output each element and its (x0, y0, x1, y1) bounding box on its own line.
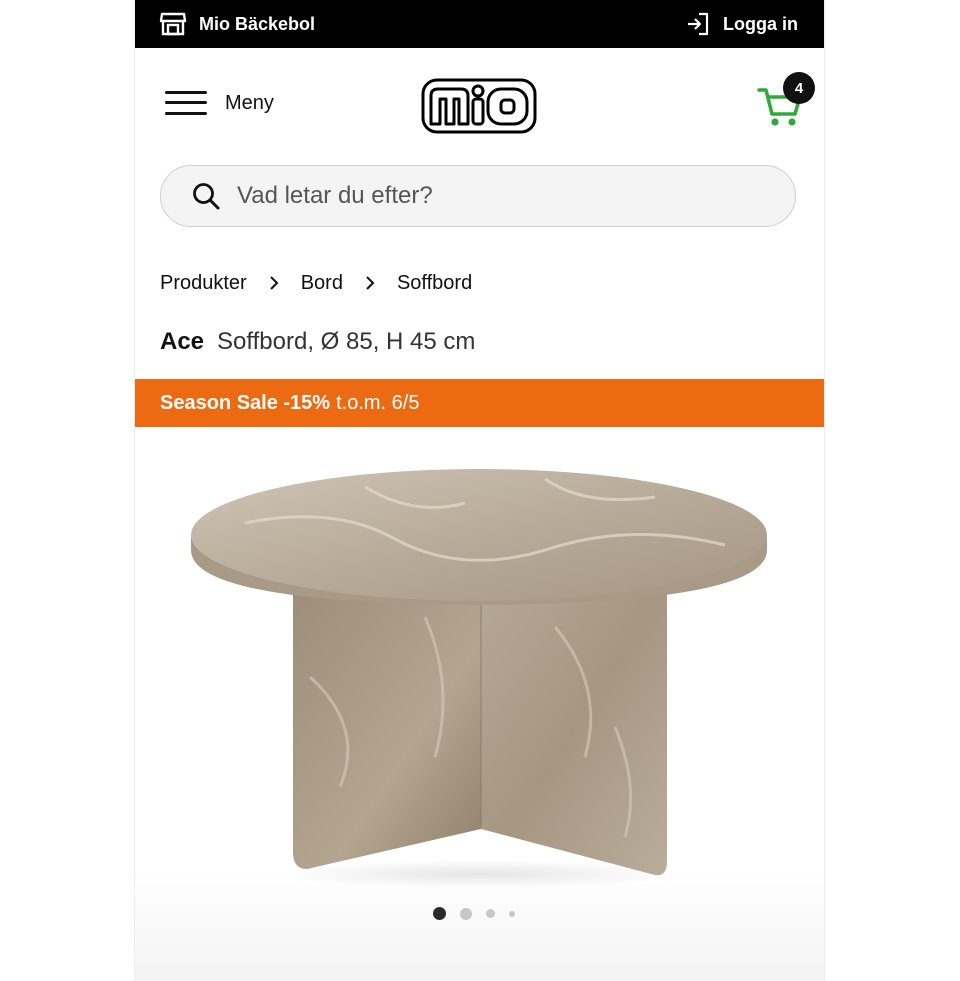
search-icon (193, 183, 220, 210)
chevron-right-icon (270, 276, 279, 290)
store-name: Mio Bäckebol (199, 13, 316, 34)
product-title: Ace Soffbord, Ø 85, H 45 cm (160, 324, 475, 360)
top-bar: Mio Bäckebol Logga in (135, 0, 824, 48)
chevron-right-icon (366, 276, 375, 290)
product-brand: Ace (160, 328, 205, 355)
gallery-pagination (433, 907, 529, 920)
breadcrumb-item-soffbord[interactable]: Soffbord (397, 272, 472, 295)
gallery-dot[interactable] (486, 909, 495, 918)
login-icon (688, 12, 709, 36)
breadcrumb: Produkter Bord Soffbord (160, 268, 472, 298)
search-bar[interactable] (160, 165, 796, 227)
mio-logo[interactable] (421, 78, 537, 134)
page-border-right (824, 0, 825, 981)
product-gallery[interactable] (135, 427, 824, 981)
search-input[interactable] (235, 181, 759, 211)
product-description: Soffbord, Ø 85, H 45 cm (217, 328, 476, 355)
login-link[interactable]: Logga in (685, 0, 798, 48)
store-link[interactable]: Mio Bäckebol (159, 0, 315, 48)
menu-button[interactable]: Meny (165, 87, 274, 119)
menu-label: Meny (225, 91, 274, 114)
breadcrumb-item-bord[interactable]: Bord (301, 272, 343, 295)
gallery-dot-active[interactable] (433, 907, 446, 920)
login-label: Logga in (723, 13, 798, 34)
breadcrumb-item-produkter[interactable]: Produkter (160, 272, 247, 295)
gallery-dot[interactable] (509, 910, 515, 917)
gallery-dot[interactable] (460, 907, 472, 920)
sale-label: Season Sale -15% (160, 391, 331, 414)
site-header: Meny 4 (135, 48, 824, 160)
sale-until: t.o.m. 6/5 (336, 391, 420, 414)
hamburger-icon (165, 87, 207, 119)
page: Mio Bäckebol Logga in Meny 4 Vad letar d… (135, 0, 824, 981)
product-image[interactable] (135, 427, 824, 897)
store-icon (159, 12, 187, 36)
cart-count-badge: 4 (783, 72, 815, 104)
sale-banner: Season Sale -15% t.o.m. 6/5 (135, 379, 824, 427)
